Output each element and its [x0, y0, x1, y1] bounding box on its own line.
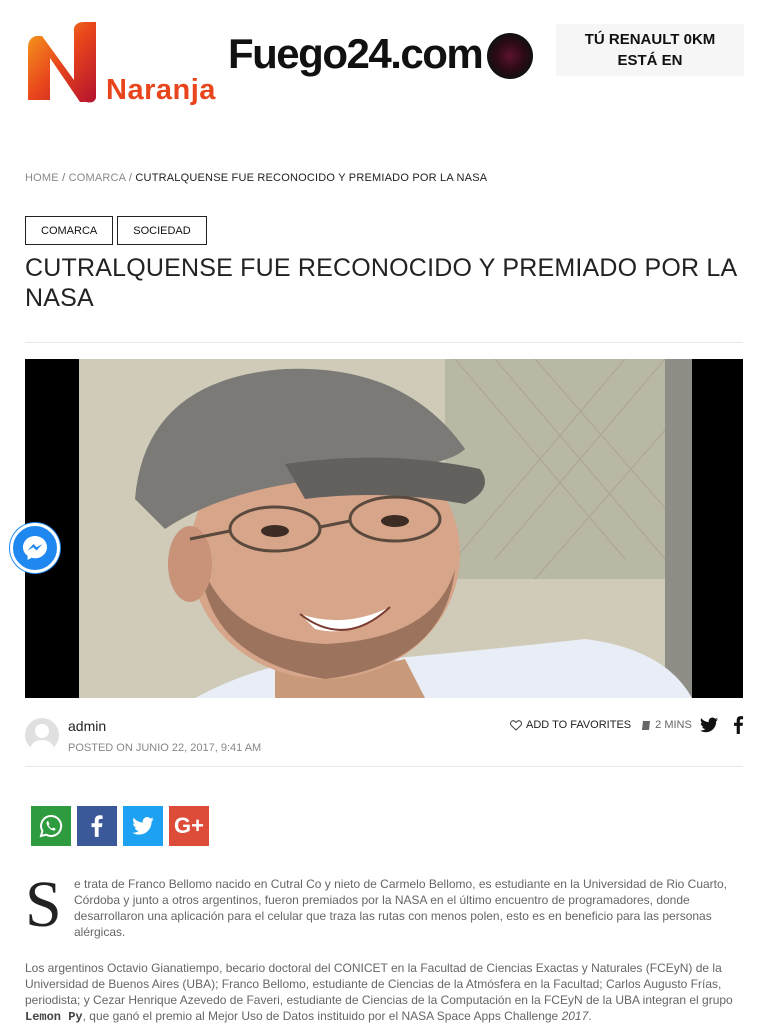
facebook-share-button[interactable] — [77, 806, 117, 846]
share-buttons: G+ — [31, 806, 209, 846]
add-to-favorites-button[interactable]: ADD TO FAVORITES — [510, 719, 631, 731]
renault-ad[interactable]: TÚ RENAULT 0KM ESTÁ EN — [556, 24, 744, 76]
author-name[interactable]: admin — [68, 718, 106, 734]
category-tags: COMARCA SOCIEDAD — [25, 216, 207, 245]
ad-line-1: TÚ RENAULT 0KM — [584, 31, 716, 48]
whatsapp-icon — [39, 814, 63, 838]
read-time: 2 MINS — [641, 719, 692, 731]
heart-icon — [510, 719, 522, 731]
breadcrumb-section[interactable]: COMARCA — [69, 172, 126, 184]
twitter-share-icon[interactable] — [700, 717, 718, 733]
article-title: CUTRALQUENSE FUE RECONOCIDO Y PREMIADO P… — [25, 254, 736, 312]
article-paragraph-1: e trata de Franco Bellomo nacido en Cutr… — [74, 877, 728, 939]
paragraph-2-text-b: , que ganó el premio al Mejor Uso de Dat… — [82, 1009, 562, 1023]
favorites-label: ADD TO FAVORITES — [526, 719, 632, 731]
naranja-n-icon — [28, 22, 96, 103]
ad-line-2: ESTÁ EN — [617, 52, 683, 69]
naranja-wordmark: Naranja — [106, 74, 216, 106]
google-plus-share-button[interactable]: G+ — [169, 806, 209, 846]
twitter-icon — [132, 817, 154, 835]
paragraph-2-end: . — [588, 1009, 592, 1023]
fuego24-wordmark: Fuego24.com — [228, 30, 484, 77]
article-meta: ADD TO FAVORITES 2 MINS — [510, 719, 692, 731]
article-hero-image — [25, 359, 743, 698]
tag-sociedad[interactable]: SOCIEDAD — [117, 216, 207, 245]
award-year: 2017 — [561, 1009, 589, 1023]
divider — [25, 342, 743, 343]
naranja-logo[interactable]: Naranja — [24, 18, 216, 108]
fuego24-banner[interactable]: Fuego24.com — [228, 26, 538, 82]
book-icon — [642, 720, 651, 730]
facebook-icon — [91, 815, 103, 837]
tag-comarca[interactable]: COMARCA — [25, 216, 114, 245]
messenger-button[interactable] — [10, 523, 60, 573]
team-name: Lemon Py — [25, 1010, 83, 1024]
facebook-share-icon[interactable] — [733, 716, 744, 734]
breadcrumb-current: CUTRALQUENSE FUE RECONOCIDO Y PREMIADO P… — [135, 172, 488, 184]
messenger-icon — [23, 536, 47, 560]
portrait-illustration — [25, 359, 743, 698]
breadcrumb-home[interactable]: HOME — [25, 172, 59, 184]
google-plus-icon: G+ — [174, 813, 204, 838]
whatsapp-share-button[interactable] — [31, 806, 71, 846]
read-time-label: 2 MINS — [655, 719, 692, 731]
paragraph-2-text-a: Los argentinos Octavio Gianatiempo, beca… — [25, 961, 733, 1007]
divider — [25, 766, 743, 767]
drop-cap: S — [25, 868, 62, 941]
author-avatar[interactable] — [25, 718, 59, 752]
post-date: POSTED ON JUNIO 22, 2017, 9:41 AM — [68, 742, 262, 754]
fuego24-dot-icon — [487, 33, 533, 79]
user-icon — [29, 724, 55, 752]
breadcrumb: HOME / COMARCA / CUTRALQUENSE FUE RECONO… — [25, 172, 488, 184]
site-header: Naranja Fuego24.com TÚ RENAULT 0KM ESTÁ … — [0, 0, 768, 130]
article-paragraph-2: Los argentinos Octavio Gianatiempo, beca… — [25, 960, 735, 1024]
twitter-share-button[interactable] — [123, 806, 163, 846]
